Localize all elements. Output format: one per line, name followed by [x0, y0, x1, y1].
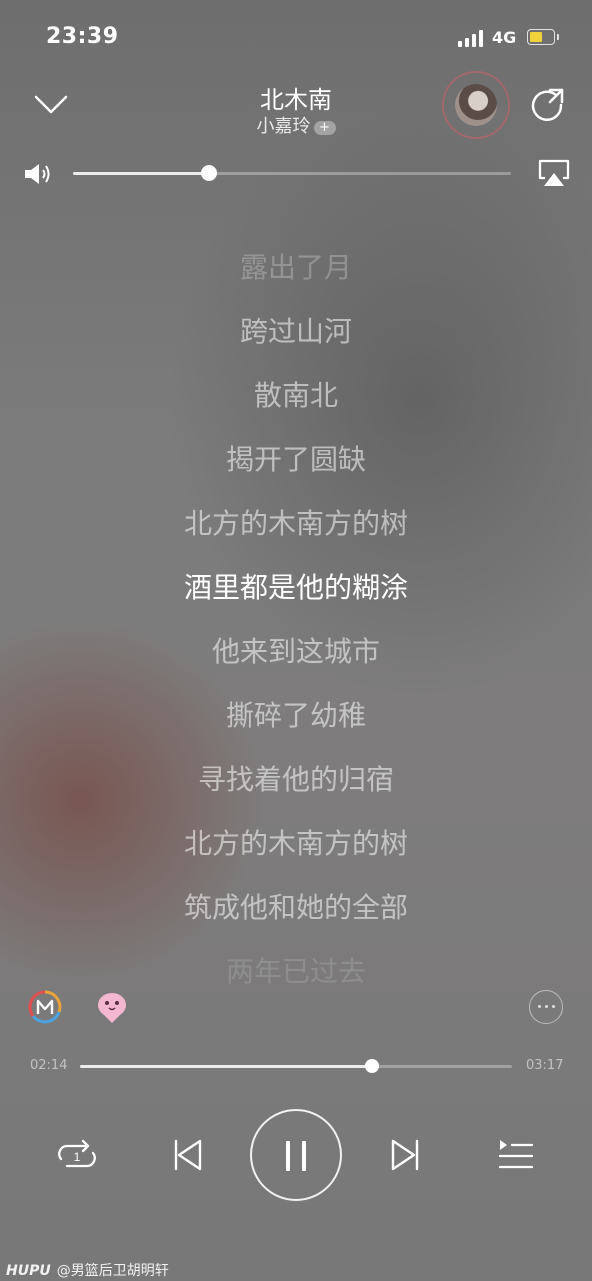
pause-button[interactable]: [250, 1109, 342, 1201]
lyric-line[interactable]: 跨过山河: [0, 312, 592, 352]
lyric-line[interactable]: 筑成他和她的全部: [0, 888, 592, 928]
progress-bar[interactable]: [80, 1065, 512, 1068]
repeat-one-icon[interactable]: 1: [55, 1133, 99, 1177]
repeat-badge: 1: [74, 1150, 81, 1164]
lyrics-panel[interactable]: 露出了月 跨过山河 散南北 揭开了圆缺 北方的木南方的树 酒里都是他的糊涂 他来…: [0, 212, 592, 992]
volume-fill: [73, 172, 209, 175]
avatar[interactable]: [455, 84, 497, 126]
progress-fill: [80, 1065, 373, 1068]
signal-icon: [458, 30, 486, 47]
playlist-icon[interactable]: [494, 1133, 538, 1177]
mv-icon[interactable]: [28, 990, 62, 1024]
airplay-icon[interactable]: [536, 158, 572, 188]
lyric-line[interactable]: 撕碎了幼稚: [0, 696, 592, 736]
lyric-line[interactable]: 散南北: [0, 376, 592, 416]
lyric-line[interactable]: 北方的木南方的树: [0, 504, 592, 544]
volume-icon[interactable]: [22, 160, 54, 188]
current-time: 02:14: [30, 1058, 68, 1073]
network-type: 4G: [492, 28, 517, 47]
previous-icon[interactable]: [165, 1133, 209, 1177]
watermark-text: @男篮后卫胡明轩: [56, 1263, 169, 1279]
lyric-line[interactable]: 露出了月: [0, 248, 592, 288]
pause-icon: [286, 1141, 290, 1171]
watermark-brand: HUPU: [6, 1263, 51, 1279]
lyric-line[interactable]: 揭开了圆缺: [0, 440, 592, 480]
artist-name[interactable]: 小嘉玲: [257, 116, 311, 137]
status-time: 23:39: [46, 24, 119, 49]
volume-knob[interactable]: [200, 165, 217, 181]
more-icon[interactable]: [529, 990, 563, 1024]
watermark: HUPU @男篮后卫胡明轩: [6, 1260, 169, 1280]
lyric-line[interactable]: 他来到这城市: [0, 632, 592, 672]
lyric-line[interactable]: 两年已过去: [0, 952, 592, 992]
lyric-line[interactable]: 北方的木南方的树: [0, 824, 592, 864]
share-icon[interactable]: [528, 86, 566, 124]
next-icon[interactable]: [384, 1133, 428, 1177]
battery-icon: [527, 29, 559, 45]
bird-icon[interactable]: [94, 990, 130, 1024]
follow-artist-badge[interactable]: +: [313, 121, 336, 135]
total-time: 03:17: [526, 1058, 564, 1073]
volume-slider[interactable]: [73, 172, 511, 175]
lyric-line-current[interactable]: 酒里都是他的糊涂: [0, 568, 592, 608]
lyric-line[interactable]: 寻找着他的归宿: [0, 760, 592, 800]
